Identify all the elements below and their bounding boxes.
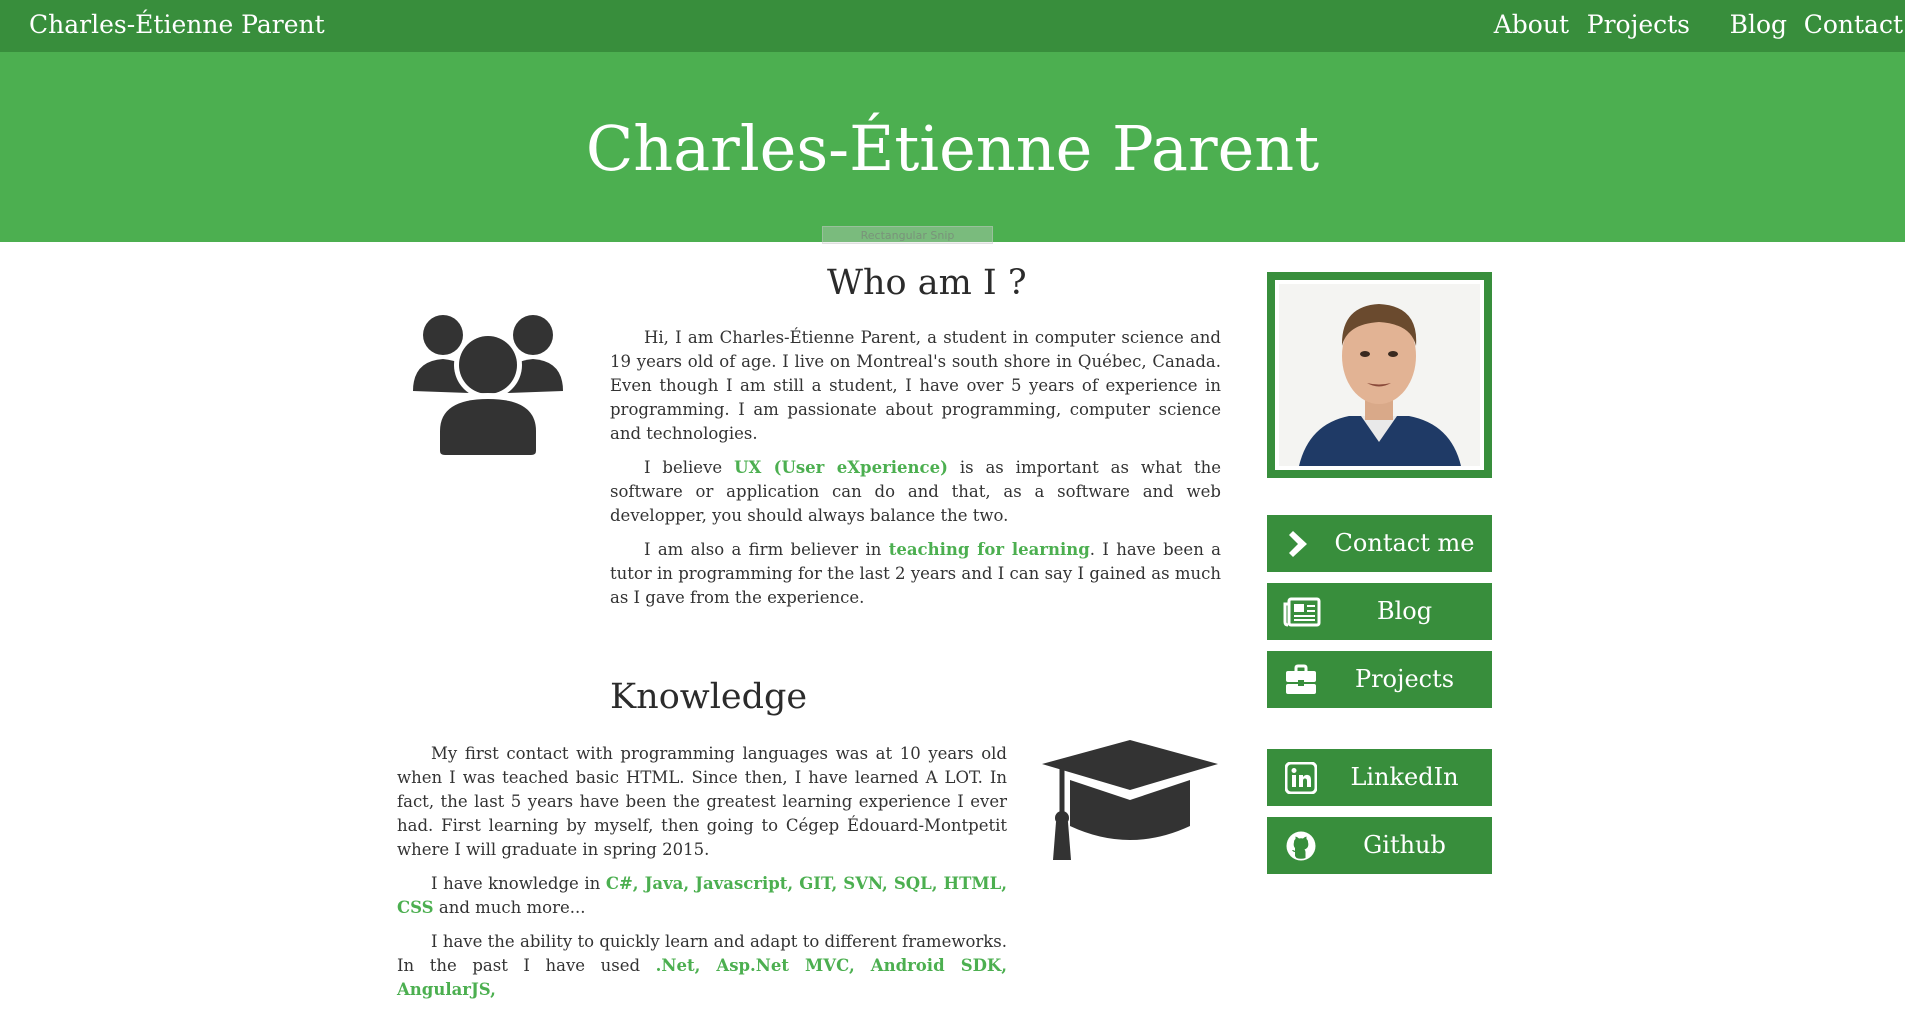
knowledge-title: Knowledge: [610, 677, 808, 717]
about-paragraph: I am also a firm believer in teaching fo…: [610, 538, 1221, 610]
newspaper-icon: [1283, 597, 1321, 627]
nav-contact[interactable]: Contact: [1804, 10, 1903, 39]
github-button[interactable]: Github: [1267, 817, 1492, 874]
text-span: I believe: [644, 458, 735, 477]
github-icon: [1286, 831, 1316, 861]
hero-title: Charles-Étienne Parent: [585, 112, 1320, 185]
github-label: Github: [1363, 831, 1446, 859]
projects-button[interactable]: Projects: [1267, 651, 1492, 708]
teaching-link[interactable]: teaching for learning: [889, 540, 1090, 559]
contact-me-button[interactable]: Contact me: [1267, 515, 1492, 572]
linkedin-button[interactable]: LinkedIn: [1267, 749, 1492, 806]
brand-link[interactable]: Charles-Étienne Parent: [29, 10, 325, 39]
knowledge-paragraph: I have the ability to quickly learn and …: [397, 930, 1007, 1002]
profile-photo-frame: [1267, 272, 1492, 478]
graduation-cap-icon: [1042, 740, 1218, 860]
blog-label: Blog: [1376, 597, 1433, 625]
chevron-right-icon: [1289, 531, 1307, 557]
knowledge-paragraph: I have knowledge in C#, Java, Javascript…: [397, 872, 1007, 920]
about-text: Hi, I am Charles-Étienne Parent, a stude…: [610, 326, 1221, 620]
text-span: I have knowledge in: [431, 874, 606, 893]
profile-photo: [1279, 284, 1480, 466]
text-span: I am also a firm believer in: [644, 540, 889, 559]
rectangular-snip-overlay: Rectangular Snip: [822, 226, 993, 244]
projects-label: Projects: [1354, 665, 1455, 693]
about-paragraph: I believe UX (User eXperience) is as imp…: [610, 456, 1221, 528]
linkedin-icon: [1285, 762, 1317, 794]
about-paragraph: Hi, I am Charles-Étienne Parent, a stude…: [610, 328, 1221, 443]
profile-photo-border: [1275, 280, 1484, 470]
nav-projects[interactable]: Projects: [1587, 10, 1690, 39]
briefcase-icon: [1286, 664, 1316, 694]
contact-me-label: Contact me: [1334, 529, 1475, 557]
linkedin-label: LinkedIn: [1350, 763, 1459, 791]
knowledge-paragraph: My first contact with programming langua…: [397, 744, 1007, 859]
ux-link[interactable]: UX (User eXperience): [734, 458, 948, 477]
text-span: and much more...: [433, 898, 586, 917]
hero-banner: Charles-Étienne Parent: [0, 52, 1905, 242]
top-navbar: Charles-Étienne Parent About Projects Bl…: [0, 0, 1905, 52]
users-icon: [413, 315, 563, 458]
about-title: Who am I ?: [827, 263, 1027, 303]
nav-blog[interactable]: Blog: [1730, 10, 1787, 39]
nav-about[interactable]: About: [1494, 10, 1569, 39]
blog-button[interactable]: Blog: [1267, 583, 1492, 640]
knowledge-text: My first contact with programming langua…: [397, 742, 1007, 1012]
